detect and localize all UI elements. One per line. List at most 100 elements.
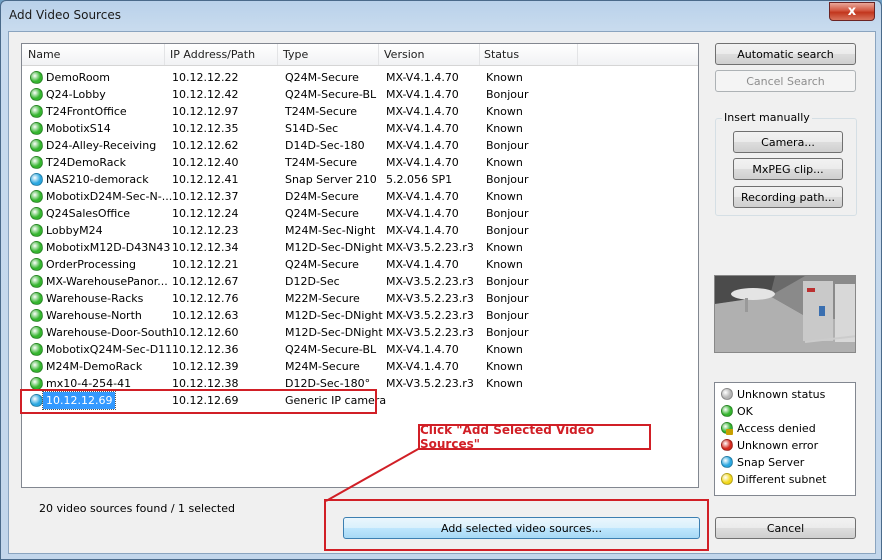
column-header-name[interactable]: Name [28,48,60,61]
cell-version: MX-V3.5.2.23.r3 [386,275,474,288]
status-dot-icon [30,71,43,84]
cell-ip: 10.12.12.36 [172,343,239,356]
highlight-add-button [324,499,709,551]
cell-name: NAS210-demorack [46,173,149,186]
table-row[interactable]: Q24SalesOffice 10.12.12.24 Q24M-Secure MX-V… [22,205,698,222]
cell-type: S14D-Sec [285,122,339,135]
table-row[interactable]: NAS210-demorack 10.12.12.41 Snap Server 21… [22,171,698,188]
table-row[interactable]: Warehouse-Racks 10.12.12.76 M22M-Secure MX-… [22,290,698,307]
table-row[interactable]: OrderProcessing 10.12.12.21 Q24M-Secure MX-… [22,256,698,273]
table-row[interactable]: MobotixS14 10.12.12.35 S14D-Sec MX-V4.1.4.7… [22,120,698,137]
status-dot-icon [30,360,43,373]
cell-version: MX-V3.5.2.23.r3 [386,309,474,322]
cell-ip: 10.12.12.34 [172,241,239,254]
status-dot-icon [30,241,43,254]
cancel-search-button[interactable]: Cancel Search [715,70,856,92]
table-row[interactable]: T24FrontOffice 10.12.12.97 T24M-Secure MX-V… [22,103,698,120]
cell-type: D12D-Sec [285,275,340,288]
cell-status: Known [486,377,523,390]
status-dot-icon [30,224,43,237]
cell-status: Known [486,343,523,356]
table-row[interactable]: D24-Alley-Receiving 10.12.12.62 D14D-Sec-1… [22,137,698,154]
legend-dot-icon [721,439,733,451]
cell-name: MobotixM12D-D43N43 [46,241,171,254]
cell-version: MX-V3.5.2.23.r3 [386,292,474,305]
table-row[interactable]: M24M-DemoRack 10.12.12.39 M24M-Secure MX-V4… [22,358,698,375]
insert-manually-label: Insert manually [722,111,812,124]
instruction-callout: Click "Add Selected Video Sources" [418,423,651,451]
table-row[interactable]: MobotixQ24M-Sec-D11 10.12.12.36 Q24M-Secur… [22,341,698,358]
cell-name: Q24SalesOffice [46,207,131,220]
legend-dot-icon [721,473,733,485]
table-row[interactable]: MobotixD24M-Sec-N-... 10.12.12.37 D24M-Sec… [22,188,698,205]
close-icon: x [847,4,857,19]
cell-version: MX-V4.1.4.70 [386,224,459,237]
lock-icon [726,429,733,435]
cell-type: Q24M-Secure [285,207,359,220]
cell-status: Bonjour [486,275,529,288]
cell-ip: 10.12.12.24 [172,207,239,220]
cell-status: Known [486,258,523,271]
cell-status: Known [486,71,523,84]
cell-type: Q24M-Secure [285,258,359,271]
status-dot-icon [30,139,43,152]
automatic-search-button[interactable]: Automatic search [715,43,856,65]
highlight-selected-row [20,389,377,414]
status-dot-icon [30,88,43,101]
cell-ip: 10.12.12.21 [172,258,239,271]
cell-status: Known [486,190,523,203]
cell-ip: 10.12.12.35 [172,122,239,135]
cell-name: DemoRoom [46,71,111,84]
table-row[interactable]: T24DemoRack 10.12.12.40 T24M-Secure MX-V4.1… [22,154,698,171]
column-header-version[interactable]: Version [384,48,424,61]
list-header: Name IP Address/Path Type Version Status [22,44,698,66]
column-header-type[interactable]: Type [283,48,308,61]
cell-ip: 10.12.12.39 [172,360,239,373]
table-row[interactable]: LobbyM24 10.12.12.23 M24M-Sec-Night MX-V4.1… [22,222,698,239]
cell-status: Bonjour [486,207,529,220]
cell-version: MX-V4.1.4.70 [386,343,459,356]
video-sources-list[interactable]: Name IP Address/Path Type Version Status… [21,43,699,488]
list-rows: DemoRoom 10.12.12.22 Q24M-Secure MX-V4.1.4.… [22,69,698,410]
status-dot-icon [30,275,43,288]
camera-button[interactable]: Camera... [733,131,843,153]
table-row[interactable]: MobotixM12D-D43N43 10.12.12.34 M12D-Sec-DN… [22,239,698,256]
cancel-button[interactable]: Cancel [715,517,856,539]
cell-version: MX-V4.1.4.70 [386,258,459,271]
legend-dot-icon [721,405,733,417]
cell-ip: 10.12.12.67 [172,275,239,288]
cell-name: Q24-Lobby [46,88,106,101]
column-header-status[interactable]: Status [484,48,519,61]
close-button[interactable]: x [829,2,875,21]
table-row[interactable]: Q24-Lobby 10.12.12.42 Q24M-Secure-BL MX-V4.… [22,86,698,103]
cell-type: Snap Server 210 [285,173,377,186]
title-bar[interactable]: Add Video Sources x [1,1,881,31]
mxpeg-clip-button[interactable]: MxPEG clip... [733,158,843,180]
table-row[interactable]: DemoRoom 10.12.12.22 Q24M-Secure MX-V4.1.4.… [22,69,698,86]
cell-version: MX-V4.1.4.70 [386,122,459,135]
recording-path-button[interactable]: Recording path... [733,186,843,208]
table-row[interactable]: Warehouse-Door-South 10.12.12.60 M12D-Sec-… [22,324,698,341]
status-dot-icon [30,207,43,220]
table-row[interactable]: Warehouse-North 10.12.12.63 M12D-Sec-DNigh… [22,307,698,324]
cell-status: Bonjour [486,326,529,339]
cell-version: MX-V4.1.4.70 [386,156,459,169]
column-header-ip[interactable]: IP Address/Path [170,48,255,61]
legend-dot-icon [721,456,733,468]
cell-name: LobbyM24 [46,224,103,237]
status-dot-icon [30,156,43,169]
cell-type: M22M-Secure [285,292,360,305]
status-dot-icon [30,309,43,322]
legend-label: Snap Server [737,456,805,469]
status-dot-icon [30,326,43,339]
cell-name: M24M-DemoRack [46,360,143,373]
cell-type: T24M-Secure [285,105,357,118]
cell-name: T24DemoRack [46,156,126,169]
cell-ip: 10.12.12.42 [172,88,239,101]
cell-type: M12D-Sec-DNight [285,326,383,339]
cell-version: MX-V4.1.4.70 [386,71,459,84]
legend-dot-icon [721,388,733,400]
table-row[interactable]: MX-WarehousePanor... 10.12.12.67 D12D-Sec M… [22,273,698,290]
legend-label: Unknown error [737,439,819,452]
legend-label: OK [737,405,753,418]
